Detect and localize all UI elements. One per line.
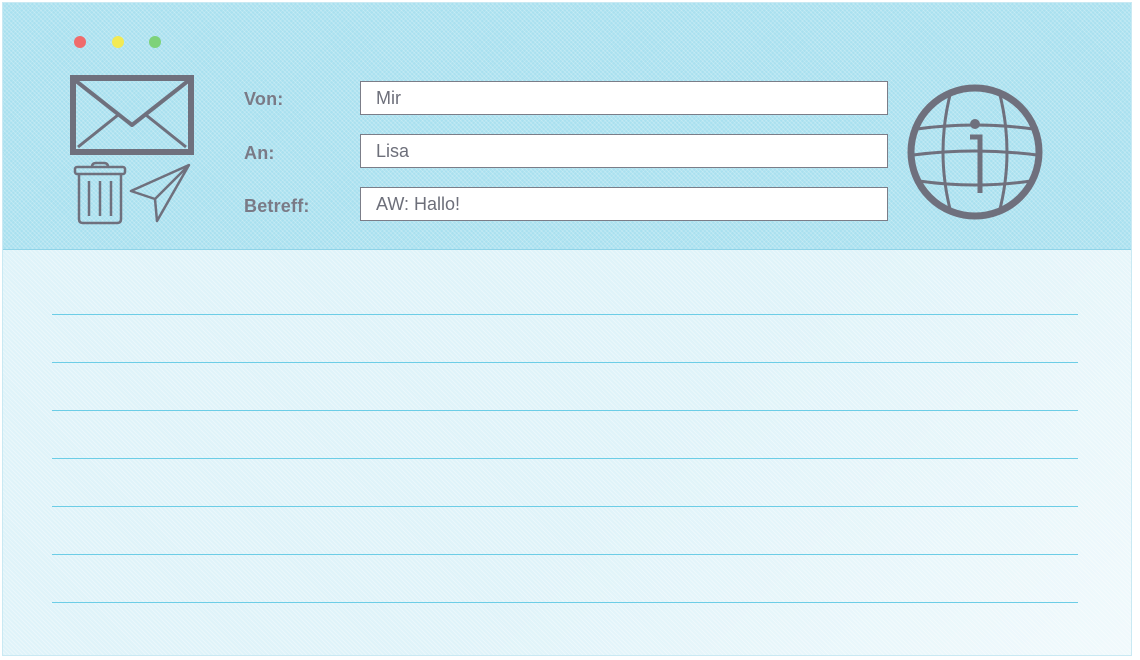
mail-window: Von: An: Betreff: xyxy=(2,2,1132,656)
close-window-button[interactable] xyxy=(74,36,86,48)
from-field[interactable] xyxy=(360,81,888,115)
minimize-window-button[interactable] xyxy=(112,36,124,48)
envelope-icon[interactable] xyxy=(70,75,194,155)
paper-plane-icon[interactable] xyxy=(127,161,193,225)
to-field[interactable] xyxy=(360,134,888,168)
subject-field[interactable] xyxy=(360,187,888,221)
message-line xyxy=(52,458,1078,459)
message-line xyxy=(52,602,1078,603)
message-line xyxy=(52,362,1078,363)
message-line xyxy=(52,554,1078,555)
message-body[interactable] xyxy=(3,250,1131,655)
message-line xyxy=(52,410,1078,411)
from-label: Von: xyxy=(244,89,284,109)
to-label: An: xyxy=(244,143,275,163)
globe-info-icon[interactable] xyxy=(907,81,1043,223)
message-line xyxy=(52,314,1078,315)
subject-label: Betreff: xyxy=(244,196,310,216)
trash-icon[interactable] xyxy=(72,161,128,225)
message-line xyxy=(52,506,1078,507)
mail-header: Von: An: Betreff: xyxy=(3,3,1131,250)
zoom-window-button[interactable] xyxy=(149,36,161,48)
